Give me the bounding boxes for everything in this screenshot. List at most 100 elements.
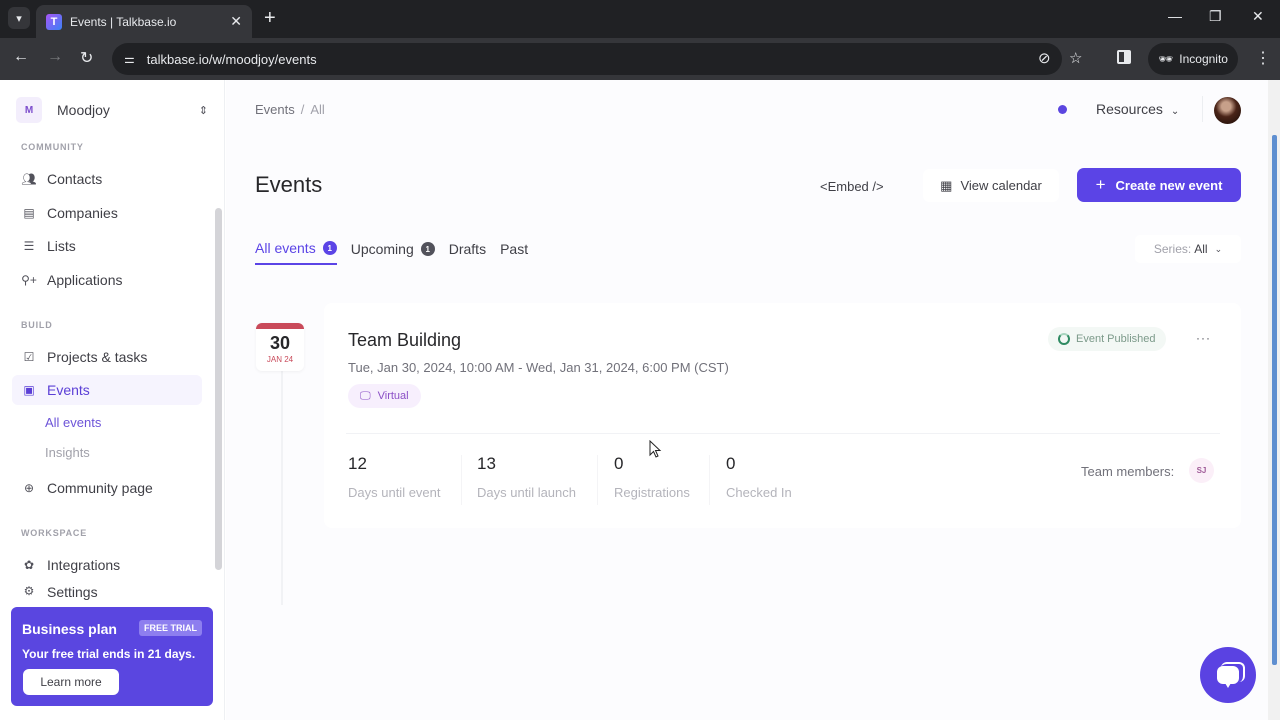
- side-panel-icon[interactable]: [1117, 50, 1131, 64]
- event-tabs: All events 1 Upcoming 1 Drafts Past: [255, 240, 542, 265]
- trial-text: Your free trial ends in 21 days.: [22, 647, 196, 661]
- mouse-cursor-icon: [649, 440, 662, 458]
- new-tab-button[interactable]: +: [264, 8, 276, 28]
- list-icon: ☰: [23, 239, 35, 253]
- team-members-label: Team members:: [1081, 464, 1175, 479]
- event-date-badge: 30 JAN 24: [256, 323, 304, 371]
- globe-icon: ⊕: [23, 481, 35, 495]
- sidebar-item-label: Contacts: [47, 171, 103, 187]
- event-status-label: Event Published: [1076, 333, 1156, 345]
- browser-tab-active[interactable]: T Events | Talkbase.io ✕: [36, 5, 252, 38]
- page-scrollbar-thumb[interactable]: [1272, 135, 1277, 665]
- back-button[interactable]: ←: [13, 48, 29, 66]
- user-avatar[interactable]: [1214, 97, 1241, 124]
- kebab-menu-icon[interactable]: ⋮: [1255, 48, 1271, 68]
- sidebar-scrollbar[interactable]: [215, 208, 222, 570]
- tab-list-button[interactable]: ▾: [8, 7, 30, 29]
- forward-button[interactable]: →: [47, 48, 63, 66]
- calendar-icon: ▦: [940, 177, 953, 193]
- sidebar-item-events[interactable]: ▣ Events: [12, 375, 202, 405]
- chat-support-button[interactable]: [1200, 647, 1256, 703]
- tab-past[interactable]: Past: [500, 240, 528, 265]
- timeline-line: [281, 360, 283, 605]
- user-plus-icon: ⚲+: [21, 273, 37, 287]
- embed-button[interactable]: <Embed />: [812, 170, 892, 202]
- tab-label: Upcoming: [350, 241, 414, 257]
- incognito-indicator[interactable]: 🕶 Incognito: [1148, 43, 1238, 75]
- create-new-event-button[interactable]: + Create new event: [1077, 168, 1241, 202]
- stat-divider: [709, 455, 710, 505]
- tab-upcoming[interactable]: Upcoming 1: [351, 240, 435, 265]
- page-title: Events: [255, 172, 323, 197]
- sidebar-item-label: Projects & tasks: [47, 349, 148, 365]
- notification-dot[interactable]: [1058, 105, 1067, 114]
- calendar-icon: ▣: [23, 383, 35, 397]
- event-card[interactable]: Team Building Tue, Jan 30, 2024, 10:00 A…: [324, 303, 1241, 528]
- browser-tabstrip: ▾ T Events | Talkbase.io ✕ + — ❐ ✕: [0, 0, 1280, 38]
- sidebar-item-companies[interactable]: ▤ Companies: [12, 198, 202, 228]
- plus-icon: +: [264, 7, 276, 29]
- event-title[interactable]: Team Building: [348, 330, 461, 351]
- more-options-button[interactable]: ···: [1196, 331, 1211, 345]
- tab-drafts[interactable]: Drafts: [449, 240, 486, 265]
- sidebar-item-applications[interactable]: ⚲+ Applications: [12, 265, 202, 295]
- sidebar-item-lists[interactable]: ☰ Lists: [12, 231, 202, 261]
- tab-title: Events | Talkbase.io: [70, 14, 177, 29]
- tune-icon[interactable]: ⚌: [124, 52, 135, 66]
- star-icon[interactable]: ☆: [1069, 49, 1082, 67]
- section-label-build: BUILD: [21, 320, 53, 330]
- checkbox-icon: ☑: [23, 350, 35, 364]
- page-scrollbar[interactable]: [1268, 80, 1280, 720]
- incognito-icon: 🕶: [1158, 52, 1174, 66]
- sidebar-subitem-all-events[interactable]: All events: [45, 415, 101, 430]
- incognito-label: Incognito: [1179, 52, 1228, 66]
- sidebar-item-label: Settings: [47, 584, 98, 600]
- event-day: 30: [269, 333, 291, 353]
- team-member-avatar[interactable]: SJ: [1189, 458, 1214, 483]
- sidebar-item-label: Applications: [47, 272, 123, 288]
- browser-toolbar: ← → ↻ ⚌ talkbase.io/w/moodjoy/events ⊘ ☆…: [0, 38, 1280, 80]
- sidebar-item-label: Companies: [47, 205, 118, 221]
- sidebar-item-settings[interactable]: ⚙ Settings: [12, 584, 202, 600]
- address-bar[interactable]: ⚌ talkbase.io/w/moodjoy/events ⊘ ☆: [112, 43, 1082, 75]
- close-icon[interactable]: ✕: [230, 13, 242, 30]
- sidebar-item-label: Lists: [47, 238, 76, 254]
- sidebar-subitem-insights[interactable]: Insights: [45, 445, 90, 460]
- workspace-switcher[interactable]: M Moodjoy ⇕: [16, 97, 214, 123]
- event-status-badge: Event Published: [1048, 327, 1166, 351]
- card-divider: [346, 433, 1220, 434]
- tab-label: All events: [255, 240, 316, 256]
- event-dates: Tue, Jan 30, 2024, 10:00 AM - Wed, Jan 3…: [348, 360, 729, 375]
- sidebar-item-integrations[interactable]: ✿ Integrations: [12, 550, 202, 580]
- breadcrumb-events[interactable]: Events: [255, 102, 295, 117]
- trial-card: Business plan FREE TRIAL Your free trial…: [11, 607, 213, 706]
- series-filter-label: Series:: [1153, 242, 1192, 256]
- free-trial-badge: FREE TRIAL: [139, 620, 202, 636]
- trial-title: Business plan: [22, 621, 117, 637]
- window-close-button[interactable]: ✕: [1252, 8, 1264, 25]
- tab-count-badge: 1: [420, 242, 435, 256]
- learn-more-button[interactable]: Learn more: [23, 669, 119, 695]
- stat-label: Checked In: [726, 485, 792, 500]
- sidebar-item-label: Integrations: [47, 557, 121, 573]
- restore-button[interactable]: ❐: [1209, 8, 1222, 25]
- sidebar-item-contacts[interactable]: 👥︎ Contacts: [12, 164, 202, 194]
- header-divider: [1202, 96, 1203, 122]
- stat-divider: [461, 455, 462, 505]
- eye-off-icon[interactable]: ⊘: [1038, 49, 1051, 67]
- reload-button[interactable]: ↻: [80, 48, 93, 68]
- puzzle-icon: ✿: [23, 558, 35, 572]
- url-text[interactable]: talkbase.io/w/moodjoy/events: [147, 52, 317, 67]
- sidebar-item-projects[interactable]: ☑ Projects & tasks: [12, 342, 202, 372]
- series-filter-dropdown[interactable]: Series: All ⌄: [1135, 235, 1241, 263]
- resources-dropdown[interactable]: Resources ⌄: [1096, 101, 1179, 117]
- tab-all-events[interactable]: All events 1: [255, 240, 337, 265]
- view-calendar-label: View calendar: [960, 178, 1042, 193]
- view-calendar-button[interactable]: ▦ View calendar: [923, 169, 1059, 202]
- sidebar-item-community-page[interactable]: ⊕ Community page: [12, 473, 202, 503]
- minimize-button[interactable]: —: [1168, 8, 1182, 24]
- stat-label: Days until launch: [477, 485, 576, 500]
- arrow-right-icon: →: [47, 48, 63, 65]
- plus-icon: +: [1095, 175, 1106, 194]
- status-ring-icon: [1058, 333, 1070, 345]
